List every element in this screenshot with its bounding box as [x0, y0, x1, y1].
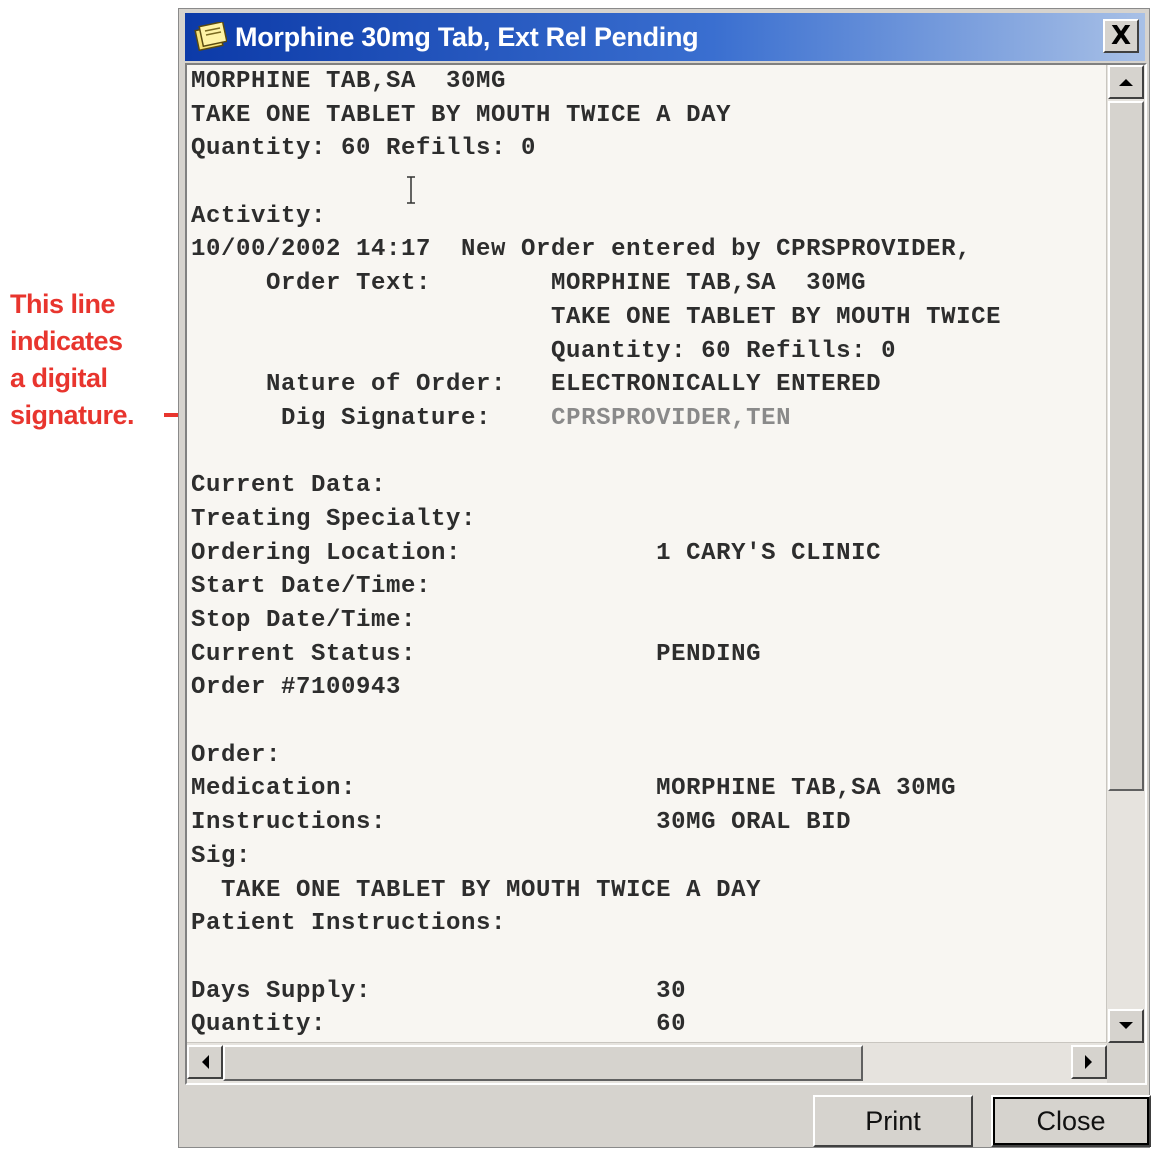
report-line: TAKE ONE TABLET BY MOUTH TWICE A DAY — [191, 99, 1105, 133]
annotation-line: signature. — [10, 400, 135, 430]
report-line: Ordering Location: 1 CARY'S CLINIC — [191, 537, 1105, 571]
report-line: Order Text: MORPHINE TAB,SA 30MG — [191, 267, 1105, 301]
digital-signature-value: CPRSPROVIDER,TEN — [551, 404, 792, 432]
report-line-text: MORPHINE TAB,SA 30MG — [191, 68, 507, 95]
report-line-text: Current Data: — [191, 472, 387, 500]
report-line-text: Instructions: 30MG ORAL BID — [191, 809, 852, 837]
report-line — [191, 166, 1105, 200]
horizontal-scrollbar[interactable] — [187, 1042, 1107, 1083]
annotation-line: a digital — [10, 363, 108, 393]
report-line: Current Data: — [191, 469, 1105, 503]
report-line: MORPHINE TAB,SA 30MG — [191, 65, 1105, 99]
report-line-text: TAKE ONE TABLET BY MOUTH TWICE A DAY — [191, 876, 762, 904]
report-line-text: Stop Date/Time: — [191, 607, 417, 634]
window-title: Morphine 30mg Tab, Ext Rel Pending — [235, 21, 699, 52]
ibeam-cursor-icon — [407, 176, 415, 204]
report-line — [191, 436, 1105, 470]
report-line-text: Days Supply: 30 — [191, 977, 687, 1005]
left-arrow-icon — [202, 1055, 209, 1069]
report-line-text: Quantity: 60 Refills: 0 — [191, 337, 897, 365]
down-arrow-icon — [1119, 1022, 1133, 1029]
report-line — [191, 941, 1105, 975]
annotation-line: This line — [10, 289, 116, 319]
report-line: Quantity: 60 Refills: 0 — [191, 132, 1105, 166]
report-line: 10/00/2002 14:17 New Order entered by CP… — [191, 233, 1105, 267]
title-bar[interactable]: Morphine 30mg Tab, Ext Rel Pending X — [185, 13, 1145, 61]
report-line: Dig Signature: CPRSPROVIDER,TEN — [191, 402, 1105, 436]
report-line-text: Dig Signature: — [191, 404, 552, 432]
report-line-text: 10/00/2002 14:17 New Order entered by CP… — [191, 236, 972, 264]
report-line: Stop Date/Time: — [191, 604, 1105, 638]
report-line: Medication: MORPHINE TAB,SA 30MG — [191, 772, 1105, 806]
scroll-left-button[interactable] — [187, 1045, 223, 1079]
vertical-scrollbar[interactable] — [1106, 65, 1145, 1043]
report-line-text: Sig: — [191, 842, 252, 870]
report-line-text: Nature of Order: ELECTRONICALLY ENTERED — [191, 371, 882, 399]
report-line-text: TAKE ONE TABLET BY MOUTH TWICE — [191, 303, 1002, 331]
report-line-text: Order: — [191, 741, 282, 769]
report-line-text: TAKE ONE TABLET BY MOUTH TWICE A DAY — [191, 101, 732, 129]
report-line-text: Medication: MORPHINE TAB,SA 30MG — [191, 775, 957, 803]
report-line-text: Current Status: PENDING — [191, 640, 762, 668]
scroll-up-button[interactable] — [1108, 65, 1144, 99]
report-line: Days Supply: 30 — [191, 975, 1105, 1009]
vertical-scroll-thumb[interactable] — [1108, 101, 1144, 791]
report-line: Treating Specialty: — [191, 503, 1105, 537]
report-line-text: Order #7100943 — [191, 674, 402, 702]
report-line: Patient Instructions: — [191, 907, 1105, 941]
right-arrow-icon — [1085, 1055, 1092, 1069]
horizontal-scroll-thumb[interactable] — [223, 1045, 863, 1081]
print-button[interactable]: Print — [813, 1095, 973, 1147]
report-line — [191, 705, 1105, 739]
report-line-text: Activity: — [191, 202, 327, 230]
report-line-text: Quantity: 60 — [191, 1011, 687, 1039]
report-text[interactable]: MORPHINE TAB,SA 30MG TAKE ONE TABLET BY M… — [191, 65, 1105, 1043]
scrollbar-corner — [1107, 1043, 1145, 1083]
report-line-text: Treating Specialty: — [191, 505, 477, 533]
order-details-dialog: Morphine 30mg Tab, Ext Rel Pending X MOR… — [178, 8, 1151, 1148]
up-arrow-icon — [1119, 79, 1133, 86]
report-line: Start Date/Time: — [191, 570, 1105, 604]
report-line-text: Ordering Location: 1 CARY'S CLINIC — [191, 539, 882, 567]
report-line: Quantity: 60 Refills: 0 — [191, 335, 1105, 369]
annotation-callout: This line indicates a digital signature. — [10, 286, 170, 434]
report-line: Current Status: PENDING — [191, 638, 1105, 672]
report-line-text: Order Text: MORPHINE TAB,SA 30MG — [191, 270, 867, 298]
scroll-right-button[interactable] — [1071, 1045, 1107, 1079]
scroll-down-button[interactable] — [1108, 1009, 1144, 1043]
report-line: Order #7100943 — [191, 671, 1105, 705]
report-line: Activity: — [191, 200, 1105, 234]
report-line: Quantity: 60 — [191, 1008, 1105, 1042]
report-line-text: Patient Instructions: — [191, 910, 507, 938]
report-line: Instructions: 30MG ORAL BID — [191, 806, 1105, 840]
report-line-text: Quantity: 60 Refills: 0 — [191, 135, 537, 163]
close-window-button[interactable]: X — [1103, 19, 1139, 53]
report-line: Sig: — [191, 840, 1105, 874]
notepad-icon — [193, 20, 228, 52]
order-report-memo[interactable]: MORPHINE TAB,SA 30MG TAKE ONE TABLET BY M… — [185, 63, 1147, 1085]
close-button[interactable]: Close — [991, 1095, 1151, 1147]
report-line: TAKE ONE TABLET BY MOUTH TWICE — [191, 301, 1105, 335]
report-line: TAKE ONE TABLET BY MOUTH TWICE A DAY — [191, 874, 1105, 908]
annotation-line: indicates — [10, 326, 123, 356]
report-line: Order: — [191, 739, 1105, 773]
report-line: Nature of Order: ELECTRONICALLY ENTERED — [191, 368, 1105, 402]
report-line-text: Start Date/Time: — [191, 573, 432, 601]
